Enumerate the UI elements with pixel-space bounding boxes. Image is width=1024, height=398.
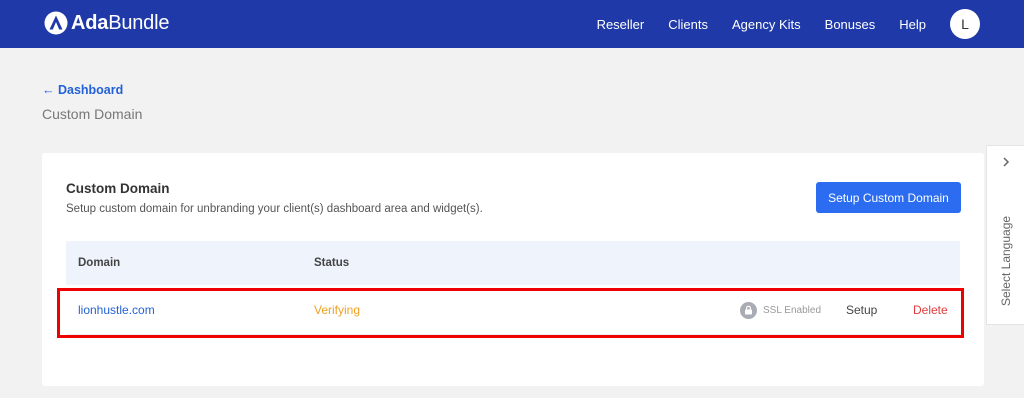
select-language-label[interactable]: Select Language	[999, 216, 1013, 306]
column-header-domain: Domain	[78, 257, 121, 269]
table-row: lionhustle.com Verifying SSL Enabled Set…	[66, 285, 960, 335]
user-avatar[interactable]: L	[950, 9, 980, 39]
brand-logo[interactable]: AdaBundle	[44, 11, 169, 35]
chevron-right-icon[interactable]	[1000, 156, 1012, 168]
ssl-status: SSL Enabled	[740, 285, 821, 335]
custom-domain-card: Custom Domain Setup custom domain for un…	[42, 153, 984, 386]
lock-icon	[740, 301, 757, 319]
brand-name: AdaBundle	[71, 12, 170, 34]
card-title: Custom Domain	[66, 181, 170, 196]
setup-action-link[interactable]: Setup	[846, 285, 877, 335]
domain-link[interactable]: lionhustle.com	[78, 285, 155, 335]
main-nav: Reseller Clients Agency Kits Bonuses Hel…	[573, 0, 926, 48]
language-selector[interactable]: Select Language	[986, 145, 1024, 325]
nav-item-clients[interactable]: Clients	[668, 17, 708, 32]
column-header-status: Status	[314, 257, 350, 269]
card-subtitle: Setup custom domain for unbranding your …	[66, 203, 483, 215]
setup-custom-domain-button[interactable]: Setup Custom Domain	[816, 182, 961, 213]
nav-item-reseller[interactable]: Reseller	[597, 17, 645, 32]
status-badge: Verifying	[314, 303, 361, 317]
back-to-dashboard-link[interactable]: ← Dashboard	[42, 83, 123, 97]
nav-item-bonuses[interactable]: Bonuses	[825, 17, 876, 32]
top-navigation-bar: AdaBundle Reseller Clients Agency Kits B…	[0, 0, 1024, 48]
ssl-label: SSL Enabled	[763, 304, 822, 316]
domain-table-header: Domain Status	[66, 241, 960, 285]
delete-action-link[interactable]: Delete	[913, 285, 948, 335]
ada-logo-icon	[44, 11, 68, 35]
page-title: Custom Domain	[42, 106, 143, 122]
nav-item-help[interactable]: Help	[899, 17, 926, 32]
nav-item-agency-kits[interactable]: Agency Kits	[732, 17, 801, 32]
